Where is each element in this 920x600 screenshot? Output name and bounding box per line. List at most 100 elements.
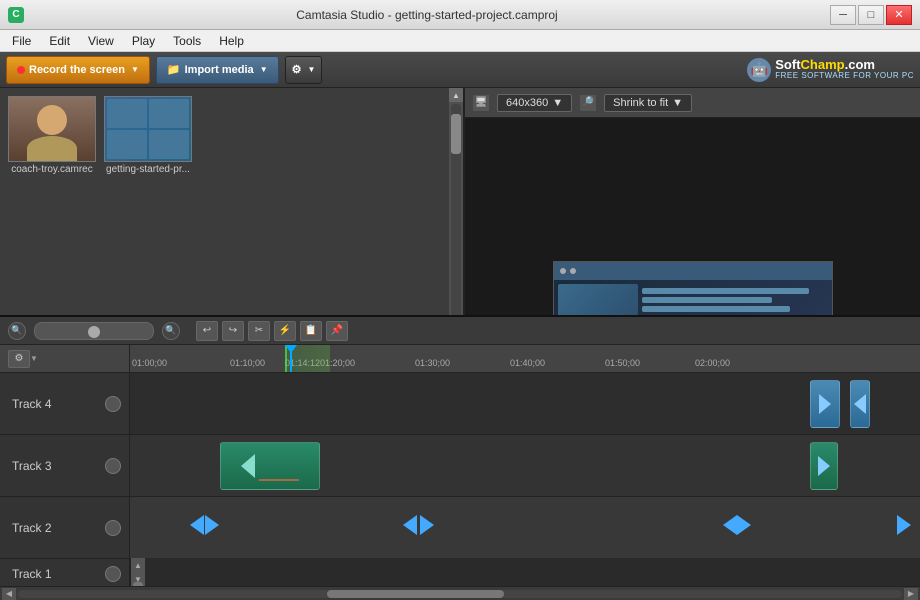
preview-search-icon: 🔎 — [580, 95, 596, 111]
hscroll-track[interactable] — [18, 590, 902, 598]
screen-block-3 — [107, 130, 147, 159]
screen-block-2 — [149, 99, 189, 128]
record-button[interactable]: Record the screen ▼ — [6, 56, 150, 84]
tl-copy-btn[interactable]: 📋 — [300, 321, 322, 341]
track2-arrow-7 — [897, 515, 911, 535]
track2-marker-2[interactable] — [200, 513, 224, 537]
softchamp-robot-icon: 🤖 — [747, 58, 771, 82]
main-toolbar: Record the screen ▼ 📁 Import media ▼ ⚙ ▼… — [0, 52, 920, 88]
face-head — [37, 105, 67, 135]
zoom-thumb[interactable] — [88, 326, 100, 338]
timeline-toolbar: 🔍 🔍 ↩ ↪ ✂ ⚡ 📋 📌 — [0, 317, 920, 345]
vscroll-thumb[interactable] — [133, 582, 143, 586]
tl-split-btn[interactable]: ⚡ — [274, 321, 296, 341]
import-dropdown-arrow[interactable]: ▼ — [260, 65, 268, 74]
track2-arrow-2 — [205, 515, 219, 535]
track-4-name: Track 4 — [12, 397, 52, 411]
track-label-1: Track 1 — [0, 559, 129, 586]
ruler: 01:00;00 01:10;00 01:14:12 01:20;00 01:3… — [130, 345, 920, 373]
track-labels: ⚙ ▼ Track 4 Track 3 Track 2 Track 1 — [0, 345, 130, 586]
clip-body — [259, 451, 299, 481]
track2-marker-6[interactable] — [732, 513, 756, 537]
ruler-mark-7: 02:00;00 — [695, 358, 730, 368]
tl-redo-btn[interactable]: ↪ — [222, 321, 244, 341]
extra-dropdown-arrow[interactable]: ▼ — [307, 65, 315, 74]
settings-arrow: ▼ — [30, 354, 38, 363]
fit-dropdown-arrow[interactable]: ▼ — [672, 97, 683, 109]
selection-region — [285, 345, 330, 372]
tl-cut-btn[interactable]: ✂ — [248, 321, 270, 341]
title-bar-left: C — [8, 7, 24, 23]
track-2-row — [130, 497, 920, 558]
track4-clip-1[interactable] — [810, 380, 840, 428]
track3-clip-2[interactable] — [810, 442, 838, 490]
fit-button[interactable]: Shrink to fit ▼ — [604, 94, 692, 112]
track2-marker-7[interactable] — [892, 513, 916, 537]
extra-toolbar-btn[interactable]: ⚙ ▼ — [285, 56, 323, 84]
media-label-coach: coach-troy.camrec — [8, 164, 96, 175]
media-item-getting-started[interactable]: getting-started-pr... — [104, 96, 192, 175]
media-item-coach[interactable]: coach-troy.camrec — [8, 96, 96, 175]
title-bar-title: Camtasia Studio - getting-started-projec… — [296, 8, 557, 22]
face-body — [27, 136, 77, 161]
record-label: Record the screen — [29, 64, 125, 76]
extra-icon: ⚙ — [292, 63, 302, 76]
hscroll-right[interactable]: ▶ — [904, 588, 918, 600]
settings-gear-button[interactable]: ⚙ — [8, 350, 30, 368]
hscroll-left[interactable]: ◀ — [2, 588, 16, 600]
softchamp-badge: 🤖 SoftChamp.com FREE SOFTWARE FOR YOUR P… — [747, 58, 914, 82]
track-1-name: Track 1 — [12, 567, 52, 581]
media-grid: coach-troy.camrec getting-started-pr... — [0, 88, 463, 183]
tl-undo-btn[interactable]: ↩ — [196, 321, 218, 341]
timeline-content: ⚙ ▼ Track 4 Track 3 Track 2 Track 1 01:0… — [0, 345, 920, 586]
timeline-hscroll: ◀ ▶ — [0, 586, 920, 600]
menu-tools[interactable]: Tools — [165, 32, 209, 50]
preview-text-2 — [642, 297, 772, 303]
clip-arrow-2 — [854, 394, 866, 414]
record-dropdown-arrow[interactable]: ▼ — [131, 65, 139, 74]
ruler-mark-4: 01:30;00 — [415, 358, 450, 368]
preview-text-3 — [642, 306, 791, 312]
close-button[interactable]: ✕ — [886, 5, 912, 25]
minimize-button[interactable]: ─ — [830, 5, 856, 25]
zoom-search-area: 🔍 🔍 — [8, 322, 180, 340]
screen-block-4 — [149, 130, 189, 159]
import-icon: 📁 — [167, 63, 181, 76]
tl-paste-btn[interactable]: 📌 — [326, 321, 348, 341]
screen-block-1 — [107, 99, 147, 128]
timeline: 🔍 🔍 ↩ ↪ ✂ ⚡ 📋 📌 ⚙ ▼ Track 4 Track 3 — [0, 315, 920, 600]
window-controls: ─ □ ✕ — [830, 5, 912, 25]
menu-help[interactable]: Help — [211, 32, 252, 50]
import-button[interactable]: 📁 Import media ▼ — [156, 56, 279, 84]
track3-clip-1[interactable] — [220, 442, 320, 490]
resolution-dropdown-arrow[interactable]: ▼ — [552, 97, 563, 109]
clip-left-arrow — [241, 454, 255, 478]
hscroll-thumb[interactable] — [327, 590, 504, 598]
menu-file[interactable]: File — [4, 32, 39, 50]
timeline-search[interactable]: 🔍 — [8, 322, 26, 340]
menu-view[interactable]: View — [80, 32, 122, 50]
track2-marker-4[interactable] — [415, 513, 439, 537]
menu-play[interactable]: Play — [124, 32, 163, 50]
track4-clip-2[interactable] — [850, 380, 870, 428]
resolution-button[interactable]: 640x360 ▼ — [497, 94, 572, 112]
vscroll-up[interactable]: ▲ — [131, 558, 145, 572]
menu-edit[interactable]: Edit — [41, 32, 78, 50]
maximize-button[interactable]: □ — [858, 5, 884, 25]
track-vscroll[interactable]: ▲ ▼ — [130, 558, 144, 586]
track-4-row — [130, 373, 920, 435]
face-thumbnail — [9, 97, 95, 161]
zoom-slider[interactable] — [34, 322, 154, 340]
preview-screen-icon: 🖥 — [473, 95, 489, 111]
track-settings-row: ⚙ ▼ — [0, 345, 129, 373]
clip-arrow-1 — [819, 394, 831, 414]
scroll-up-arrow[interactable]: ▲ — [449, 88, 463, 102]
import-label: Import media — [185, 64, 254, 76]
track-label-4: Track 4 — [0, 373, 129, 435]
timeline-search-right[interactable]: 🔍 — [162, 322, 180, 340]
softchamp-name: SoftChamp.com — [775, 58, 914, 72]
scroll-thumb[interactable] — [451, 114, 461, 154]
in-marker — [285, 345, 287, 372]
menu-bar: File Edit View Play Tools Help — [0, 30, 920, 52]
record-dot — [17, 66, 25, 74]
